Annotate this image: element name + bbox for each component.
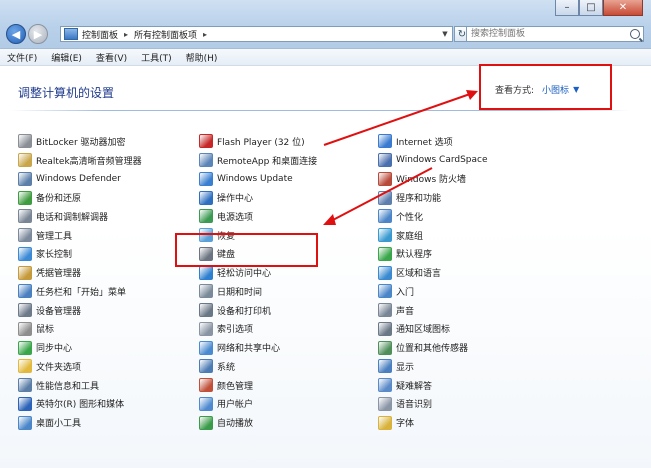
annotation-arrows xyxy=(323,90,478,225)
arrow-to-keyboard xyxy=(330,167,433,222)
arrow-to-view-by xyxy=(323,93,471,146)
arrowhead-keyboard xyxy=(323,214,336,225)
